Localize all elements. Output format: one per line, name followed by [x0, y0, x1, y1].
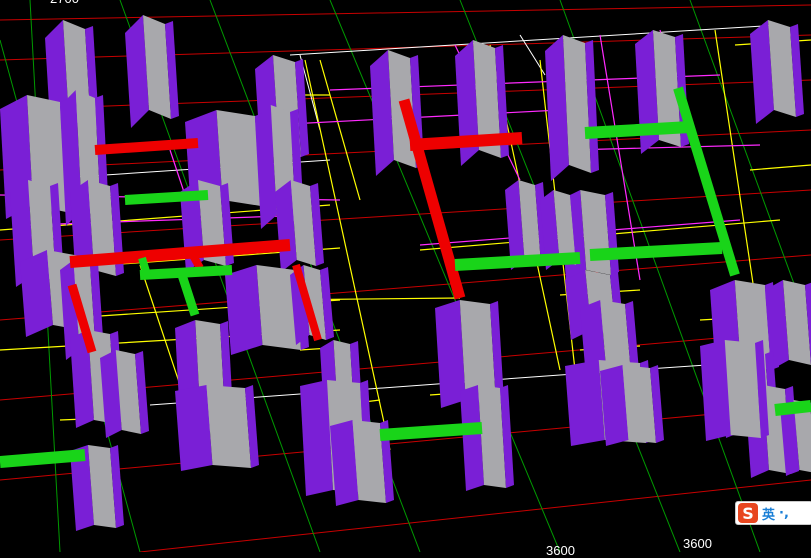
wall-face [207, 385, 252, 468]
wall-slab [175, 385, 213, 471]
sogou-logo-icon[interactable]: S [738, 503, 758, 523]
ime-language-mode[interactable]: 英 [762, 504, 775, 523]
model-viewport[interactable] [0, 0, 811, 552]
dimension-label-top-left: 2700 [50, 0, 79, 6]
wall-slab [565, 360, 605, 446]
wall-face [725, 340, 761, 438]
dimension-label-bottom-center: 3600 [546, 544, 575, 558]
dimension-label-bottom-right: 3600 [683, 537, 712, 551]
ime-toolbar[interactable]: S 英 ·, [735, 501, 811, 525]
wall-slab [225, 265, 263, 355]
ime-punctuation-toggle[interactable]: ·, [779, 506, 789, 521]
